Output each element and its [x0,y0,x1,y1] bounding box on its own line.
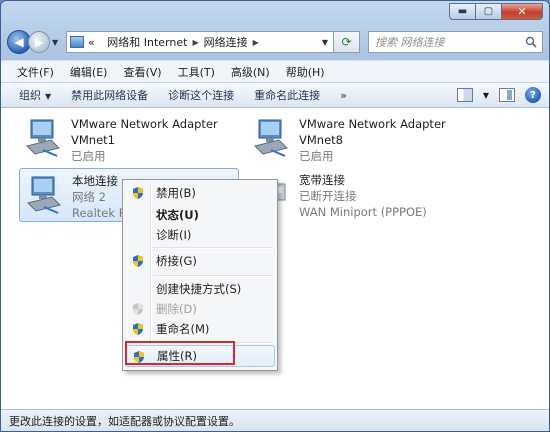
network-adapter-icon [27,176,61,214]
help-icon[interactable]: ? [525,87,541,103]
uac-shield-icon [133,323,143,335]
diagnose-connection-button[interactable]: 诊断这个连接 [158,87,244,103]
search-input[interactable]: 搜索 网络连接 [368,31,543,53]
status-bar: 更改此连接的设置，如适配器或协议配置设置。 [1,409,549,431]
maximize-button[interactable]: ▢ [475,3,501,20]
breadcrumb-network-internet[interactable]: 网络和 Internet [107,34,187,50]
breadcrumb-separator-icon[interactable]: ▶ [253,38,259,47]
minimize-button[interactable]: ▬ [449,3,475,20]
search-placeholder: 搜索 网络连接 [375,36,445,49]
chevron-down-icon: ▼ [45,92,52,101]
connection-name: VMware Network Adapter [299,117,446,131]
connection-vmnet8[interactable]: VMware Network Adapter VMnet8 已启用 [247,112,467,166]
close-button[interactable]: ✕ [501,3,543,20]
menu-rename[interactable]: 重命名(M) [125,318,275,340]
menu-label: 诊断(I) [156,228,192,242]
network-folder-icon [70,36,84,48]
view-dropdown-icon[interactable]: ▼ [483,91,489,100]
menu-bar: 文件(F) 编辑(E) 查看(V) 工具(T) 高级(N) 帮助(H) [1,60,549,82]
menu-label: 状态(U) [156,208,199,222]
menu-diagnose[interactable]: 诊断(I) [125,224,275,246]
menu-label: 禁用(B) [156,186,196,200]
connection-status: 已启用 [71,149,106,163]
connection-text: 宽带连接 已断开连接 WAN Miniport (PPPOE) [299,172,427,220]
menu-label: 重命名(M) [156,322,210,336]
explorer-window: ▬ ▢ ✕ ◀ ▶ ▼ « 网络和 Internet ▶ 网络连接 ▶ ▼ ⟳ … [0,0,550,432]
forward-button[interactable]: ▶ [28,31,50,53]
uac-shield-icon [133,303,143,315]
refresh-button[interactable]: ⟳ [334,31,360,53]
menu-disable[interactable]: 禁用(B) [125,182,275,204]
refresh-icon: ⟳ [341,35,352,49]
network-adapter-icon [26,119,60,157]
menu-edit[interactable]: 编辑(E) [62,64,116,80]
connection-text: VMware Network Adapter VMnet1 已启用 [71,116,218,164]
connection-status: 已启用 [299,149,334,163]
address-row: ◀ ▶ ▼ « 网络和 Internet ▶ 网络连接 ▶ ▼ ⟳ 搜索 网络连… [7,27,543,57]
organize-label: 组织 [19,89,41,102]
rename-connection-button[interactable]: 重命名此连接 [244,87,330,103]
uac-shield-icon [133,255,143,267]
more-commands-button[interactable]: » [330,89,357,102]
breadcrumb-separator-icon[interactable]: ▶ [192,38,198,47]
menu-label: 创建快捷方式(S) [156,282,242,296]
menu-create-shortcut[interactable]: 创建快捷方式(S) [125,278,275,300]
breadcrumb: « 网络和 Internet ▶ 网络连接 ▶ [88,34,264,50]
connection-device: WAN Miniport (PPPOE) [299,205,427,219]
menu-advanced[interactable]: 高级(N) [223,64,278,80]
connection-name: VMware Network Adapter [71,117,218,131]
recent-pages-dropdown[interactable]: ▼ [52,38,62,47]
command-bar-right: ▼ ? [456,87,549,103]
menu-separator [153,247,273,249]
address-dropdown-icon[interactable]: ▼ [317,38,333,47]
connection-text: VMware Network Adapter VMnet8 已启用 [299,116,446,164]
menu-file[interactable]: 文件(F) [9,64,62,80]
connection-name: 宽带连接 [299,173,345,187]
status-text: 更改此连接的设置，如适配器或协议配置设置。 [9,414,240,428]
command-bar: 组织 ▼ 禁用此网络设备 诊断这个连接 重命名此连接 » ▼ ? [1,82,549,108]
menu-label: 删除(D) [156,302,197,316]
organize-button[interactable]: 组织 ▼ [9,87,61,103]
breadcrumb-prefix[interactable]: « [88,36,95,49]
breadcrumb-network-connections[interactable]: 网络连接 [204,34,248,50]
connection-status: 已断开连接 [299,189,357,203]
change-view-icon[interactable] [456,88,473,102]
address-bar[interactable]: « 网络和 Internet ▶ 网络连接 ▶ ▼ [66,31,334,53]
disable-device-button[interactable]: 禁用此网络设备 [61,87,158,103]
preview-pane-icon[interactable] [499,88,515,102]
search-icon[interactable] [520,36,542,48]
caption-buttons: ▬ ▢ ✕ [449,3,543,20]
connection-network: VMnet8 [299,133,343,147]
connection-network: VMnet1 [71,133,115,147]
network-adapter-icon [254,119,288,157]
menu-separator [153,275,273,277]
connection-vmnet1[interactable]: VMware Network Adapter VMnet1 已启用 [19,112,239,166]
menu-status[interactable]: 状态(U) [125,204,275,226]
menu-tools[interactable]: 工具(T) [170,64,223,80]
highlight-box [125,341,235,365]
uac-shield-icon [133,187,143,199]
menu-help[interactable]: 帮助(H) [278,64,333,80]
menu-label: 桥接(G) [156,254,197,268]
menu-view[interactable]: 查看(V) [115,64,169,80]
connection-broadband[interactable]: 宽带连接 已断开连接 WAN Miniport (PPPOE) [247,168,467,222]
menu-bridge[interactable]: 桥接(G) [125,250,275,272]
menu-delete: 删除(D) [125,298,275,320]
